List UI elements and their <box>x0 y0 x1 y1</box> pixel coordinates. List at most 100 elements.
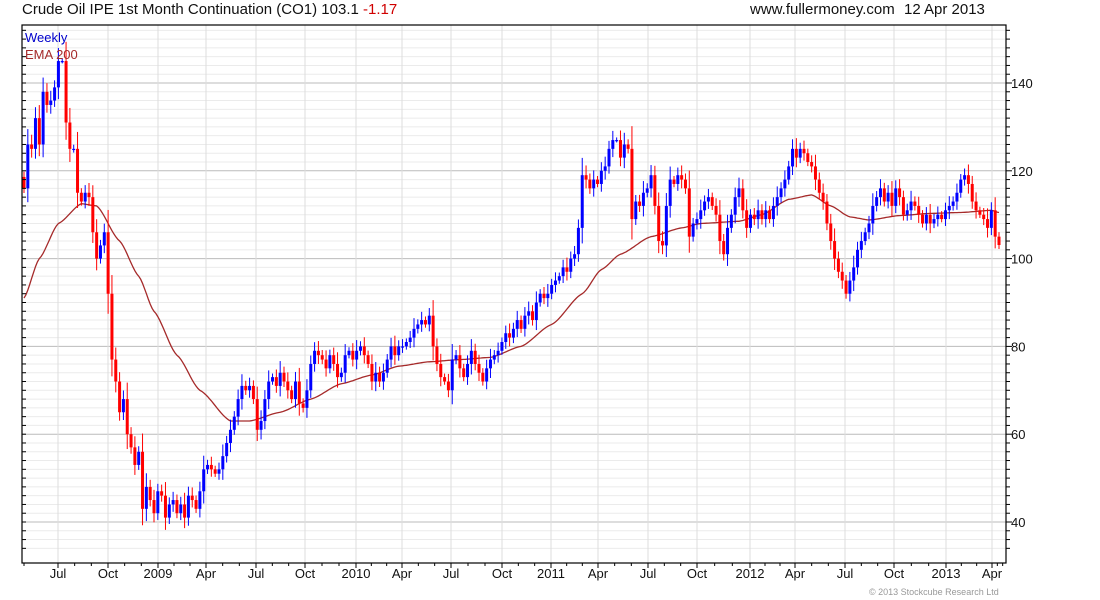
candle-body <box>718 214 722 242</box>
candle <box>810 155 814 173</box>
candle <box>183 492 187 529</box>
candle-body <box>680 175 684 180</box>
candle-body <box>129 434 133 448</box>
candle-body <box>542 293 546 299</box>
candle <box>607 140 611 174</box>
candle <box>141 433 145 526</box>
candle <box>397 340 401 361</box>
candle <box>951 196 955 211</box>
candle <box>267 370 271 410</box>
candle <box>515 310 519 338</box>
x-tick-label: Apr <box>196 566 217 581</box>
candle-body <box>366 355 370 364</box>
candle-body <box>56 61 60 88</box>
candle <box>129 427 133 454</box>
candle <box>366 350 370 369</box>
candle <box>542 287 546 305</box>
candle-body <box>385 359 389 373</box>
candle-body <box>596 179 600 184</box>
candle-body <box>928 214 932 224</box>
candle <box>986 208 990 238</box>
candle-body <box>435 346 439 364</box>
candle <box>603 156 607 180</box>
candle-body <box>309 363 313 391</box>
candle <box>389 337 393 368</box>
candle-body <box>963 175 967 180</box>
candle <box>225 435 229 463</box>
candle-body <box>924 214 928 224</box>
candle <box>622 132 626 169</box>
candle-body <box>622 144 626 158</box>
candle <box>859 231 863 259</box>
candle <box>213 465 217 477</box>
y-tick-label: 40 <box>1011 515 1025 530</box>
candle-body <box>263 399 267 422</box>
candle <box>49 90 53 114</box>
candle <box>301 398 305 413</box>
candle <box>332 347 336 371</box>
candle <box>699 199 703 229</box>
candle <box>95 219 99 271</box>
candle-body <box>118 381 122 413</box>
candle <box>481 368 485 386</box>
candle-body <box>190 495 194 501</box>
candle <box>890 181 894 217</box>
candle-body <box>569 258 573 272</box>
candle-body <box>332 355 336 364</box>
candle <box>924 207 928 231</box>
candle <box>339 367 343 382</box>
candle-body <box>259 421 263 430</box>
candle-body <box>886 192 890 202</box>
candle <box>657 192 661 254</box>
candle-body <box>355 350 359 360</box>
candle-body <box>137 451 141 465</box>
candle <box>473 343 477 371</box>
candle <box>278 361 282 397</box>
candle-body <box>630 148 634 220</box>
candle <box>760 204 764 225</box>
candle-body <box>110 293 114 360</box>
candle <box>959 174 963 198</box>
candle-body <box>936 214 940 220</box>
candle <box>152 489 156 523</box>
candle-body <box>68 122 72 149</box>
candle-body <box>427 315 431 325</box>
candle <box>787 160 791 185</box>
candle-body <box>389 346 393 360</box>
candle-body <box>901 197 905 215</box>
candle-body <box>144 486 148 509</box>
candle-body <box>691 223 695 237</box>
candle <box>404 338 408 350</box>
x-tick-label: Apr <box>982 566 1003 581</box>
candle-body <box>282 372 286 382</box>
candle <box>798 142 802 164</box>
candle-body <box>588 179 592 189</box>
candle <box>496 342 500 363</box>
candle <box>271 373 275 385</box>
candle <box>320 350 324 365</box>
candle-body <box>863 232 867 242</box>
candle <box>553 272 557 293</box>
candle-body <box>951 201 955 206</box>
candle-body <box>163 495 167 518</box>
candle <box>573 246 577 266</box>
candle-body <box>898 188 902 198</box>
candle <box>297 367 301 416</box>
candle <box>431 300 435 361</box>
candle <box>290 385 294 404</box>
candle <box>894 180 898 214</box>
candle <box>251 380 255 405</box>
candle-body <box>125 399 129 435</box>
candle <box>641 181 645 217</box>
candle-body <box>278 372 282 386</box>
candle <box>856 241 860 275</box>
x-tick-label: Jul <box>443 566 460 581</box>
candle <box>374 362 378 392</box>
candle-body <box>236 399 240 417</box>
candle-body <box>240 385 244 400</box>
candle-body <box>420 320 424 325</box>
candle-body <box>527 311 531 316</box>
candle <box>714 198 718 222</box>
x-tick-label: Apr <box>392 566 413 581</box>
candle <box>87 183 91 206</box>
